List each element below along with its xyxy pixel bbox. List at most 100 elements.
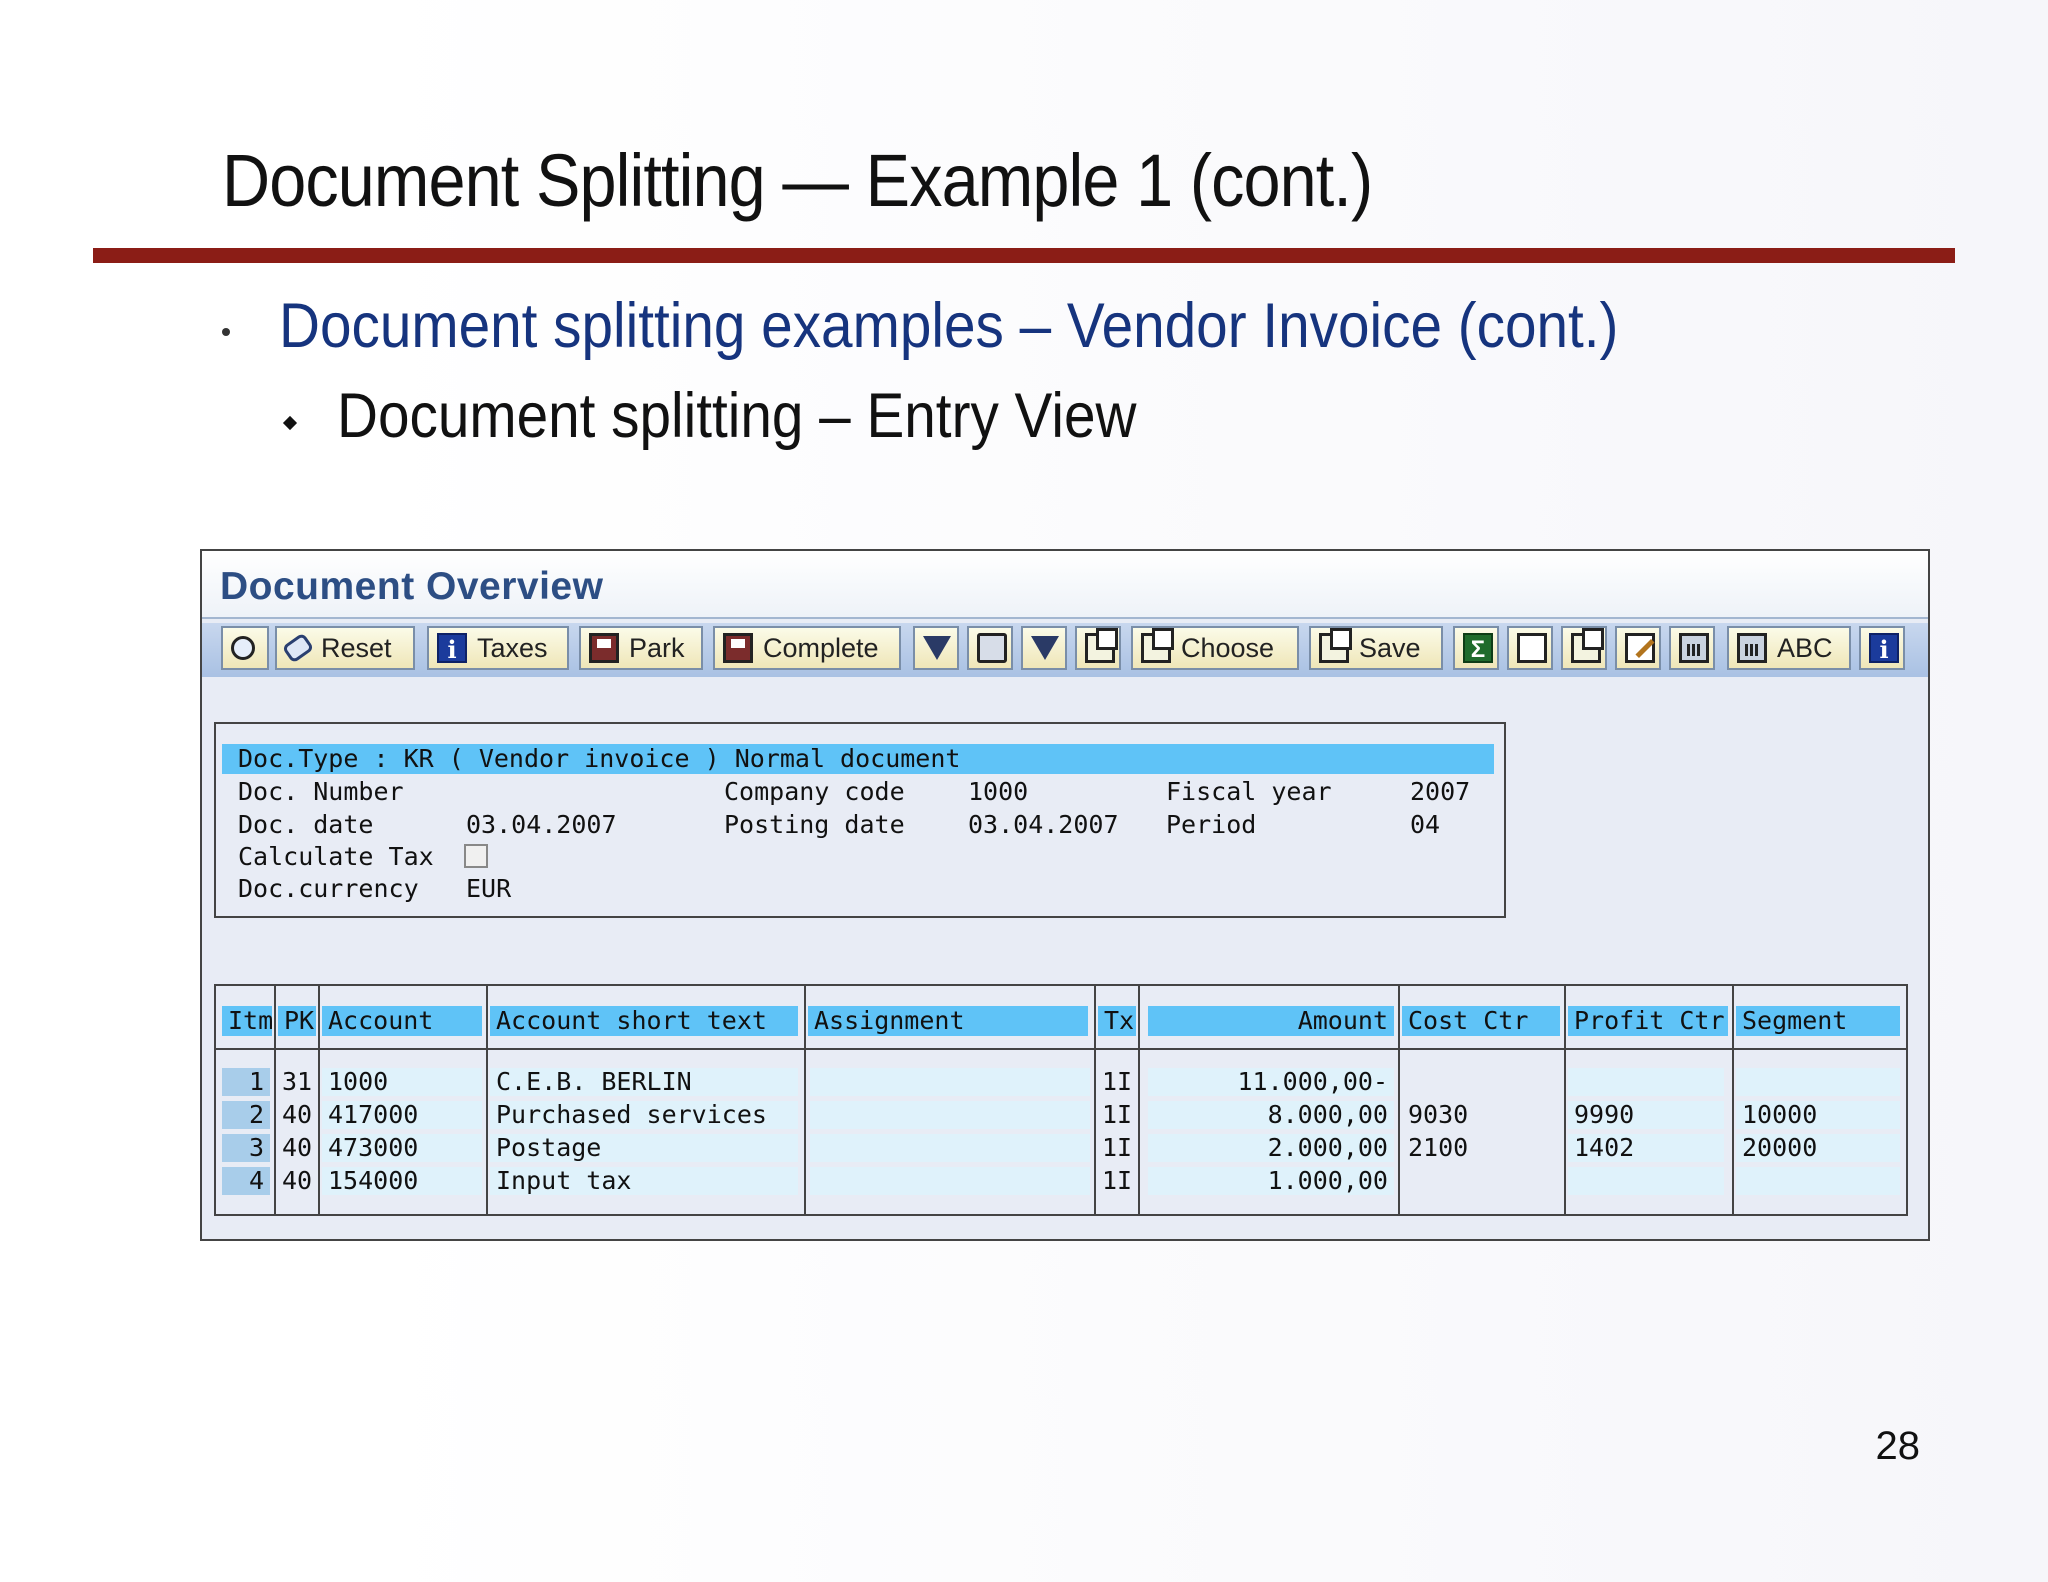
calculator-icon xyxy=(1679,633,1709,663)
period-value: 04 xyxy=(1410,810,1441,839)
column-header-assignment[interactable]: Assignment xyxy=(808,1006,1088,1036)
header-separator xyxy=(216,1048,1906,1050)
complete-button-label: Complete xyxy=(763,632,879,663)
reset-button[interactable]: Reset xyxy=(275,626,415,670)
sap-document-overview-window: Document Overview Reset i Taxes Park Com… xyxy=(200,549,1930,1241)
choose-layout-icon xyxy=(1141,628,1174,663)
cell-itm[interactable]: 2 xyxy=(222,1101,270,1129)
cell-tx[interactable]: 1I xyxy=(1096,1101,1136,1129)
column-separator xyxy=(318,986,320,1214)
sum-button[interactable]: Σ xyxy=(1453,626,1499,670)
info-button[interactable]: i xyxy=(1859,626,1905,670)
save-layout-button[interactable]: Save xyxy=(1309,626,1443,670)
set-filter-icon xyxy=(1031,636,1059,660)
print-button[interactable] xyxy=(967,626,1013,670)
cell-account[interactable]: 473000 xyxy=(322,1134,482,1162)
delete-doc-button[interactable] xyxy=(1507,626,1553,670)
cell-itm[interactable]: 4 xyxy=(222,1167,270,1195)
cell-cost-ctr[interactable]: 2100 xyxy=(1402,1134,1560,1162)
cell-itm[interactable]: 3 xyxy=(222,1134,270,1162)
info-icon: i xyxy=(1869,633,1899,664)
copy-layout-icon xyxy=(1085,628,1118,663)
cell-assignment[interactable] xyxy=(810,1134,1090,1162)
column-header-cost-ctr[interactable]: Cost Ctr xyxy=(1402,1006,1560,1036)
column-header-account[interactable]: Account xyxy=(322,1006,482,1036)
cell-amount[interactable]: 1.000,00 xyxy=(1148,1167,1394,1195)
column-header-profit-ctr[interactable]: Profit Ctr xyxy=(1568,1006,1728,1036)
cell-amount[interactable]: 2.000,00 xyxy=(1148,1134,1394,1162)
cell-account-short-text[interactable]: C.E.B. BERLIN xyxy=(490,1068,798,1096)
column-separator xyxy=(804,986,806,1214)
cell-assignment[interactable] xyxy=(810,1068,1090,1096)
column-header-account-short-text[interactable]: Account short text xyxy=(490,1006,798,1036)
calculate-tax-checkbox[interactable] xyxy=(464,844,488,868)
cell-amount[interactable]: 8.000,00 xyxy=(1148,1101,1394,1129)
cell-account[interactable]: 1000 xyxy=(322,1068,482,1096)
cell-profit-ctr[interactable]: 1402 xyxy=(1568,1134,1724,1162)
cell-account[interactable]: 417000 xyxy=(322,1101,482,1129)
cell-pk[interactable]: 40 xyxy=(276,1167,316,1195)
cell-profit-ctr[interactable] xyxy=(1568,1167,1724,1195)
cell-profit-ctr[interactable] xyxy=(1568,1068,1724,1096)
calculate-tax-label: Calculate Tax xyxy=(238,842,434,871)
posting-date-value: 03.04.2007 xyxy=(968,810,1119,839)
cell-segment[interactable] xyxy=(1736,1068,1900,1096)
cell-amount[interactable]: 11.000,00- xyxy=(1148,1068,1394,1096)
filter-icon xyxy=(923,636,951,660)
cell-account-short-text[interactable]: Input tax xyxy=(490,1167,798,1195)
save-button-label: Save xyxy=(1359,632,1421,663)
cell-account-short-text[interactable]: Purchased services xyxy=(490,1101,798,1129)
cell-pk[interactable]: 40 xyxy=(276,1134,316,1162)
cell-segment[interactable]: 20000 xyxy=(1736,1134,1900,1162)
cell-cost-ctr[interactable] xyxy=(1402,1068,1560,1096)
cell-tx[interactable]: 1I xyxy=(1096,1167,1136,1195)
column-header-tx[interactable]: Tx xyxy=(1098,1006,1136,1036)
copy-layout-button[interactable] xyxy=(1075,626,1121,670)
info-icon: i xyxy=(437,633,467,664)
cell-segment[interactable] xyxy=(1736,1167,1900,1195)
edit-button[interactable] xyxy=(1615,626,1661,670)
cell-assignment[interactable] xyxy=(810,1101,1090,1129)
taxes-button[interactable]: i Taxes xyxy=(427,626,569,670)
bullet-level-1: Document splitting examples – Vendor Inv… xyxy=(279,291,1619,361)
abc-button-label: ABC xyxy=(1777,632,1833,663)
print-icon xyxy=(977,633,1007,663)
calculator-abc-button[interactable]: ABC xyxy=(1727,626,1851,670)
column-header-itm[interactable]: Itm xyxy=(222,1006,273,1036)
save-disk-icon xyxy=(723,633,753,663)
cell-cost-ctr[interactable] xyxy=(1402,1167,1560,1195)
calculator-button[interactable] xyxy=(1669,626,1715,670)
sum-icon: Σ xyxy=(1463,633,1493,663)
cell-tx[interactable]: 1I xyxy=(1096,1134,1136,1162)
slide-title: Document Splitting — Example 1 (cont.) xyxy=(222,139,1373,222)
complete-button[interactable]: Complete xyxy=(713,626,901,670)
cell-account[interactable]: 154000 xyxy=(322,1167,482,1195)
column-header-pk[interactable]: PK xyxy=(278,1006,316,1036)
cell-account-short-text[interactable]: Postage xyxy=(490,1134,798,1162)
cell-profit-ctr[interactable]: 9990 xyxy=(1568,1101,1724,1129)
fiscal-year-label: Fiscal year xyxy=(1166,777,1332,806)
column-separator xyxy=(486,986,488,1214)
display-button[interactable] xyxy=(221,626,269,670)
cell-tx[interactable]: 1I xyxy=(1096,1068,1136,1096)
document-header-panel: Doc.Type : KR ( Vendor invoice ) Normal … xyxy=(214,722,1506,918)
cell-pk[interactable]: 31 xyxy=(276,1068,316,1096)
sap-title-bar: Document Overview xyxy=(202,551,1928,619)
export-button[interactable] xyxy=(1561,626,1607,670)
filter-button[interactable] xyxy=(913,626,959,670)
reset-button-label: Reset xyxy=(321,632,392,663)
posting-date-label: Posting date xyxy=(724,810,905,839)
cell-segment[interactable]: 10000 xyxy=(1736,1101,1900,1129)
column-header-amount[interactable]: Amount xyxy=(1148,1006,1394,1036)
column-separator xyxy=(1732,986,1734,1214)
cell-cost-ctr[interactable]: 9030 xyxy=(1402,1101,1560,1129)
cell-assignment[interactable] xyxy=(810,1167,1090,1195)
park-button[interactable]: Park xyxy=(579,626,703,670)
doc-currency-value: EUR xyxy=(466,874,512,903)
column-header-segment[interactable]: Segment xyxy=(1736,1006,1900,1036)
cell-pk[interactable]: 40 xyxy=(276,1101,316,1129)
line-items-table: Itm PK Account Account short text Assign… xyxy=(214,984,1908,1216)
choose-layout-button[interactable]: Choose xyxy=(1131,626,1299,670)
cell-itm[interactable]: 1 xyxy=(222,1068,270,1096)
set-filter-button[interactable] xyxy=(1021,626,1067,670)
